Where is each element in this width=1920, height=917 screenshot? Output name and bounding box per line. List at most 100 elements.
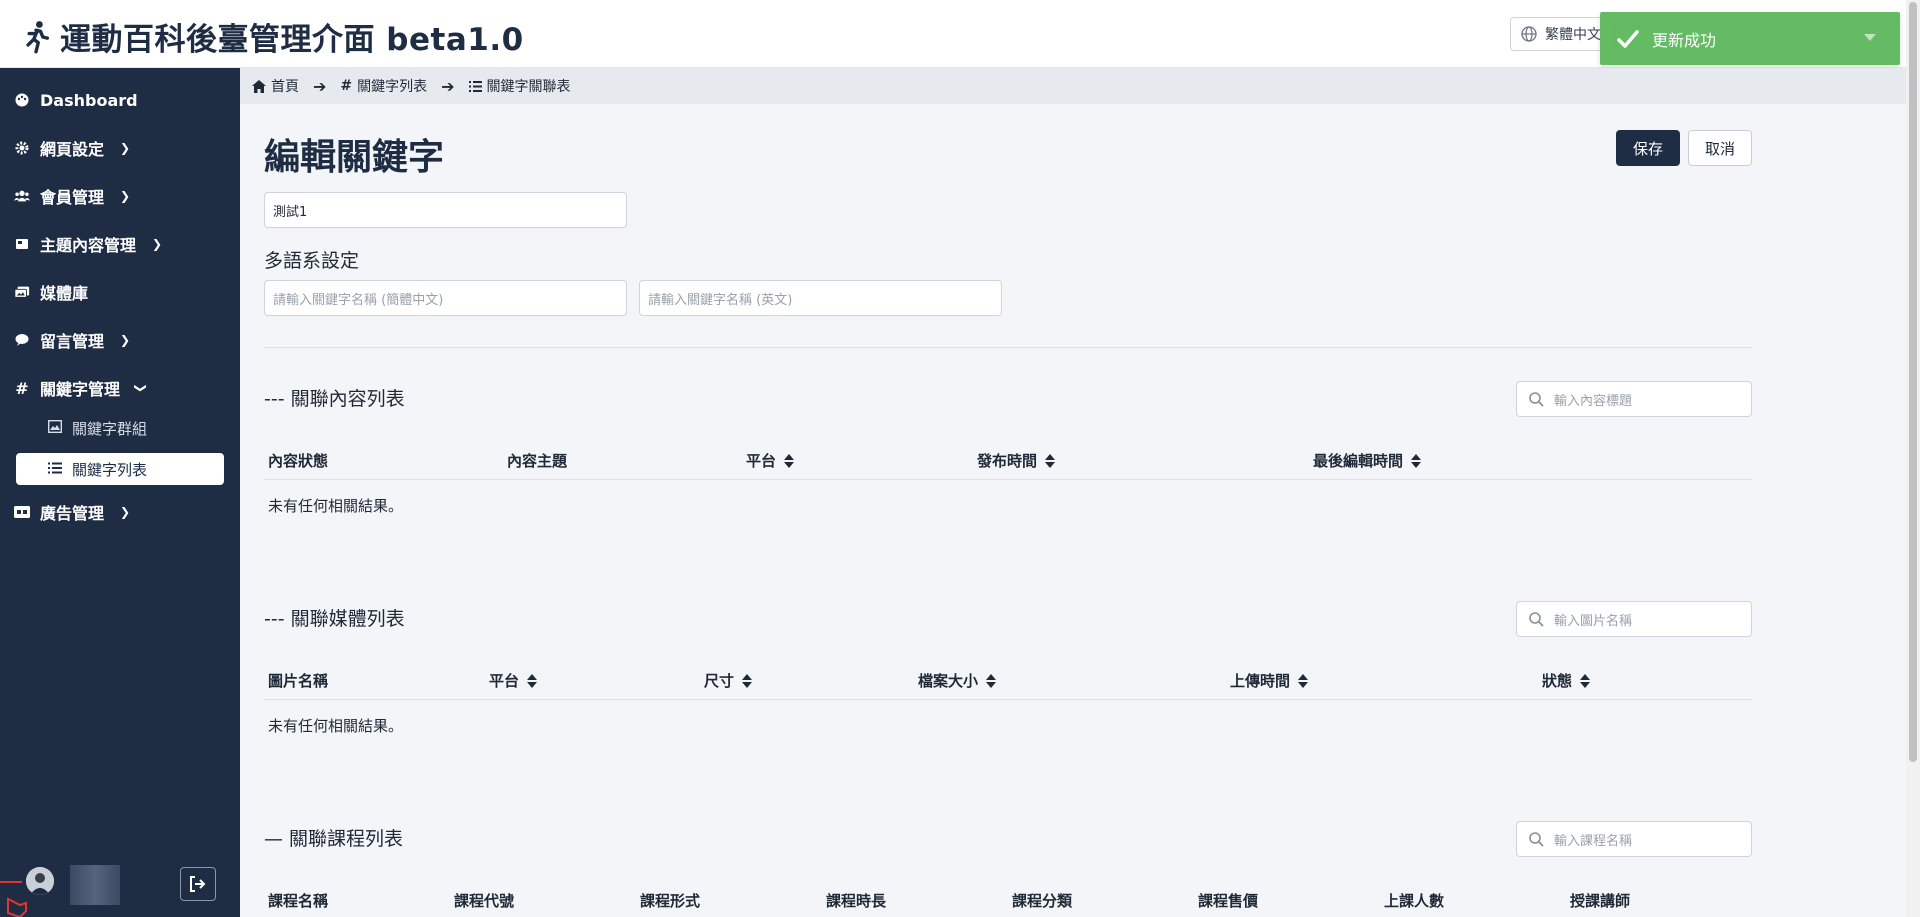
sidebar-item-label: 關鍵字管理 — [40, 380, 121, 399]
sidebar-item-ads[interactable]: 廣告管理 ❯ — [14, 498, 130, 526]
sidebar-item-media[interactable]: 媒體庫 — [14, 278, 88, 306]
divider — [264, 347, 1752, 348]
success-toast[interactable]: 更新成功 — [1600, 12, 1900, 65]
keyword-en-input[interactable]: 請輸入關鍵字名稱 (英文) — [639, 280, 1002, 316]
sign-out-icon — [190, 876, 206, 892]
users-icon — [14, 188, 30, 204]
page-title: 編輯關鍵字 — [264, 137, 445, 178]
chevron-right-icon: ❯ — [120, 189, 131, 203]
sort-icon — [784, 453, 795, 468]
content-search-placeholder: 輸入內容標題 — [1554, 393, 1633, 409]
search-icon — [1529, 831, 1544, 847]
media-search-input[interactable]: 輸入圖片名稱 — [1516, 601, 1752, 637]
course-search-placeholder: 輸入課程名稱 — [1554, 833, 1633, 849]
sort-icon — [986, 673, 997, 688]
sidebar-item-keywords[interactable]: # 關鍵字管理 ❯ — [14, 374, 148, 402]
col-course-category: 課程分類 — [1012, 892, 1073, 910]
col-course-instructor: 授課講師 — [1570, 892, 1631, 910]
media-table-header: 圖片名稱 平台 尺寸 檔案大小 上傳時間 狀態 — [264, 660, 1752, 700]
sidebar-item-label: 廣告管理 — [40, 504, 105, 523]
home-icon — [252, 79, 266, 93]
sidebar-item-label: 會員管理 — [40, 188, 105, 207]
hashtag-icon: # — [340, 78, 353, 94]
sidebar-item-comments[interactable]: 留言管理 ❯ — [14, 326, 130, 354]
app-title: 運動百科後臺管理介面 beta1.0 — [60, 22, 524, 58]
col-platform[interactable]: 平台 — [746, 450, 795, 471]
breadcrumb: 首頁 ➔ # 關鍵字列表 ➔ 關鍵字關聯表 — [240, 68, 1920, 104]
sidebar-item-members[interactable]: 會員管理 ❯ — [14, 182, 130, 210]
page-scrollbar[interactable] — [1906, 0, 1920, 917]
content-search-input[interactable]: 輸入內容標題 — [1516, 381, 1752, 417]
col-course-price: 課程售價 — [1198, 892, 1259, 910]
sort-icon — [1045, 453, 1056, 468]
breadcrumb-relations[interactable]: 關鍵字關聯表 — [468, 76, 571, 96]
sidebar-subitem-keyword-list[interactable]: 關鍵字列表 — [16, 453, 224, 485]
globe-icon — [1521, 26, 1537, 42]
col-course-students: 上課人數 — [1384, 892, 1445, 910]
keyword-name-input[interactable]: 測試1 — [264, 192, 627, 228]
col-last-edit-time[interactable]: 最後編輯時間 — [1313, 450, 1422, 471]
runner-icon — [26, 20, 50, 53]
sidebar: Dashboard 網頁設定 ❯ 會員管理 ❯ 主題內容管理 ❯ 媒體庫 留言管… — [0, 68, 240, 917]
breadcrumb-relations-label: 關鍵字關聯表 — [486, 79, 571, 95]
breadcrumb-home-label: 首頁 — [271, 79, 299, 95]
scrollbar-thumb[interactable] — [1909, 2, 1917, 762]
toast-message: 更新成功 — [1652, 30, 1717, 50]
sort-icon — [742, 673, 753, 688]
image-icon — [47, 419, 63, 437]
keyword-sc-input[interactable]: 請輸入關鍵字名稱 (簡體中文) — [264, 280, 627, 316]
col-file-size[interactable]: 檔案大小 — [918, 670, 997, 691]
content-empty-message: 未有任何相關結果。 — [268, 497, 404, 515]
course-section-title: — 關聯課程列表 — [264, 828, 404, 850]
language-label: 繁體中文 — [1545, 27, 1601, 43]
list-icon — [48, 460, 62, 478]
comment-icon — [14, 332, 30, 348]
brand[interactable]: 運動百科後臺管理介面 beta1.0 — [22, 14, 524, 59]
chevron-down-icon — [1864, 34, 1876, 41]
arrow-right-icon: ➔ — [313, 76, 327, 96]
course-search-input[interactable]: 輸入課程名稱 — [1516, 821, 1752, 857]
username-blurred — [70, 865, 120, 905]
col-content-status: 內容狀態 — [268, 452, 329, 470]
laravel-logo-icon — [0, 877, 34, 917]
col-publish-time[interactable]: 發布時間 — [977, 450, 1056, 471]
col-size[interactable]: 尺寸 — [704, 670, 753, 691]
sidebar-subitem-keyword-groups[interactable]: 關鍵字群組 — [47, 414, 148, 442]
col-upload-time[interactable]: 上傳時間 — [1230, 670, 1309, 691]
breadcrumb-home[interactable]: 首頁 — [252, 76, 299, 96]
gear-icon — [14, 140, 30, 156]
sidebar-subitem-label: 關鍵字群組 — [72, 419, 148, 438]
col-image-name: 圖片名稱 — [268, 672, 329, 690]
list-icon — [468, 80, 482, 92]
col-course-code: 課程代號 — [454, 892, 515, 910]
content-section-title: --- 關聯內容列表 — [264, 388, 405, 410]
course-table-header: 課程名稱 課程代號 課程形式 課程時長 課程分類 課程售價 上課人數 授課講師 — [264, 880, 1752, 917]
breadcrumb-keyword-list[interactable]: # 關鍵字列表 — [340, 76, 427, 96]
col-course-duration: 課程時長 — [826, 892, 887, 910]
sidebar-item-web-settings[interactable]: 網頁設定 ❯ — [14, 134, 130, 162]
media-section-title: --- 關聯媒體列表 — [264, 608, 405, 630]
chevron-right-icon: ❯ — [120, 505, 131, 519]
chevron-right-icon: ❯ — [120, 141, 131, 155]
col-course-name: 課程名稱 — [268, 892, 329, 910]
sidebar-item-label: 主題內容管理 — [40, 236, 137, 255]
multilang-title: 多語系設定 — [264, 250, 360, 272]
sidebar-item-label: 網頁設定 — [40, 140, 105, 159]
media-empty-message: 未有任何相關結果。 — [268, 717, 404, 735]
palette-icon — [14, 92, 30, 108]
col-platform[interactable]: 平台 — [489, 670, 538, 691]
col-status[interactable]: 狀態 — [1542, 670, 1591, 691]
hashtag-icon: # — [15, 378, 29, 398]
sidebar-item-content[interactable]: 主題內容管理 ❯ — [14, 230, 162, 258]
sort-icon — [1298, 673, 1309, 688]
col-content-topic: 內容主題 — [507, 452, 568, 470]
sidebar-item-label: 留言管理 — [40, 332, 105, 351]
sidebar-item-dashboard[interactable]: Dashboard — [14, 86, 138, 114]
sidebar-item-label: Dashboard — [40, 90, 138, 110]
cancel-button[interactable]: 取消 — [1688, 130, 1752, 166]
book-icon — [14, 236, 30, 252]
sidebar-item-label: 媒體庫 — [40, 284, 89, 303]
col-course-format: 課程形式 — [640, 892, 701, 910]
save-button[interactable]: 保存 — [1616, 130, 1680, 166]
logout-button[interactable] — [180, 867, 216, 901]
